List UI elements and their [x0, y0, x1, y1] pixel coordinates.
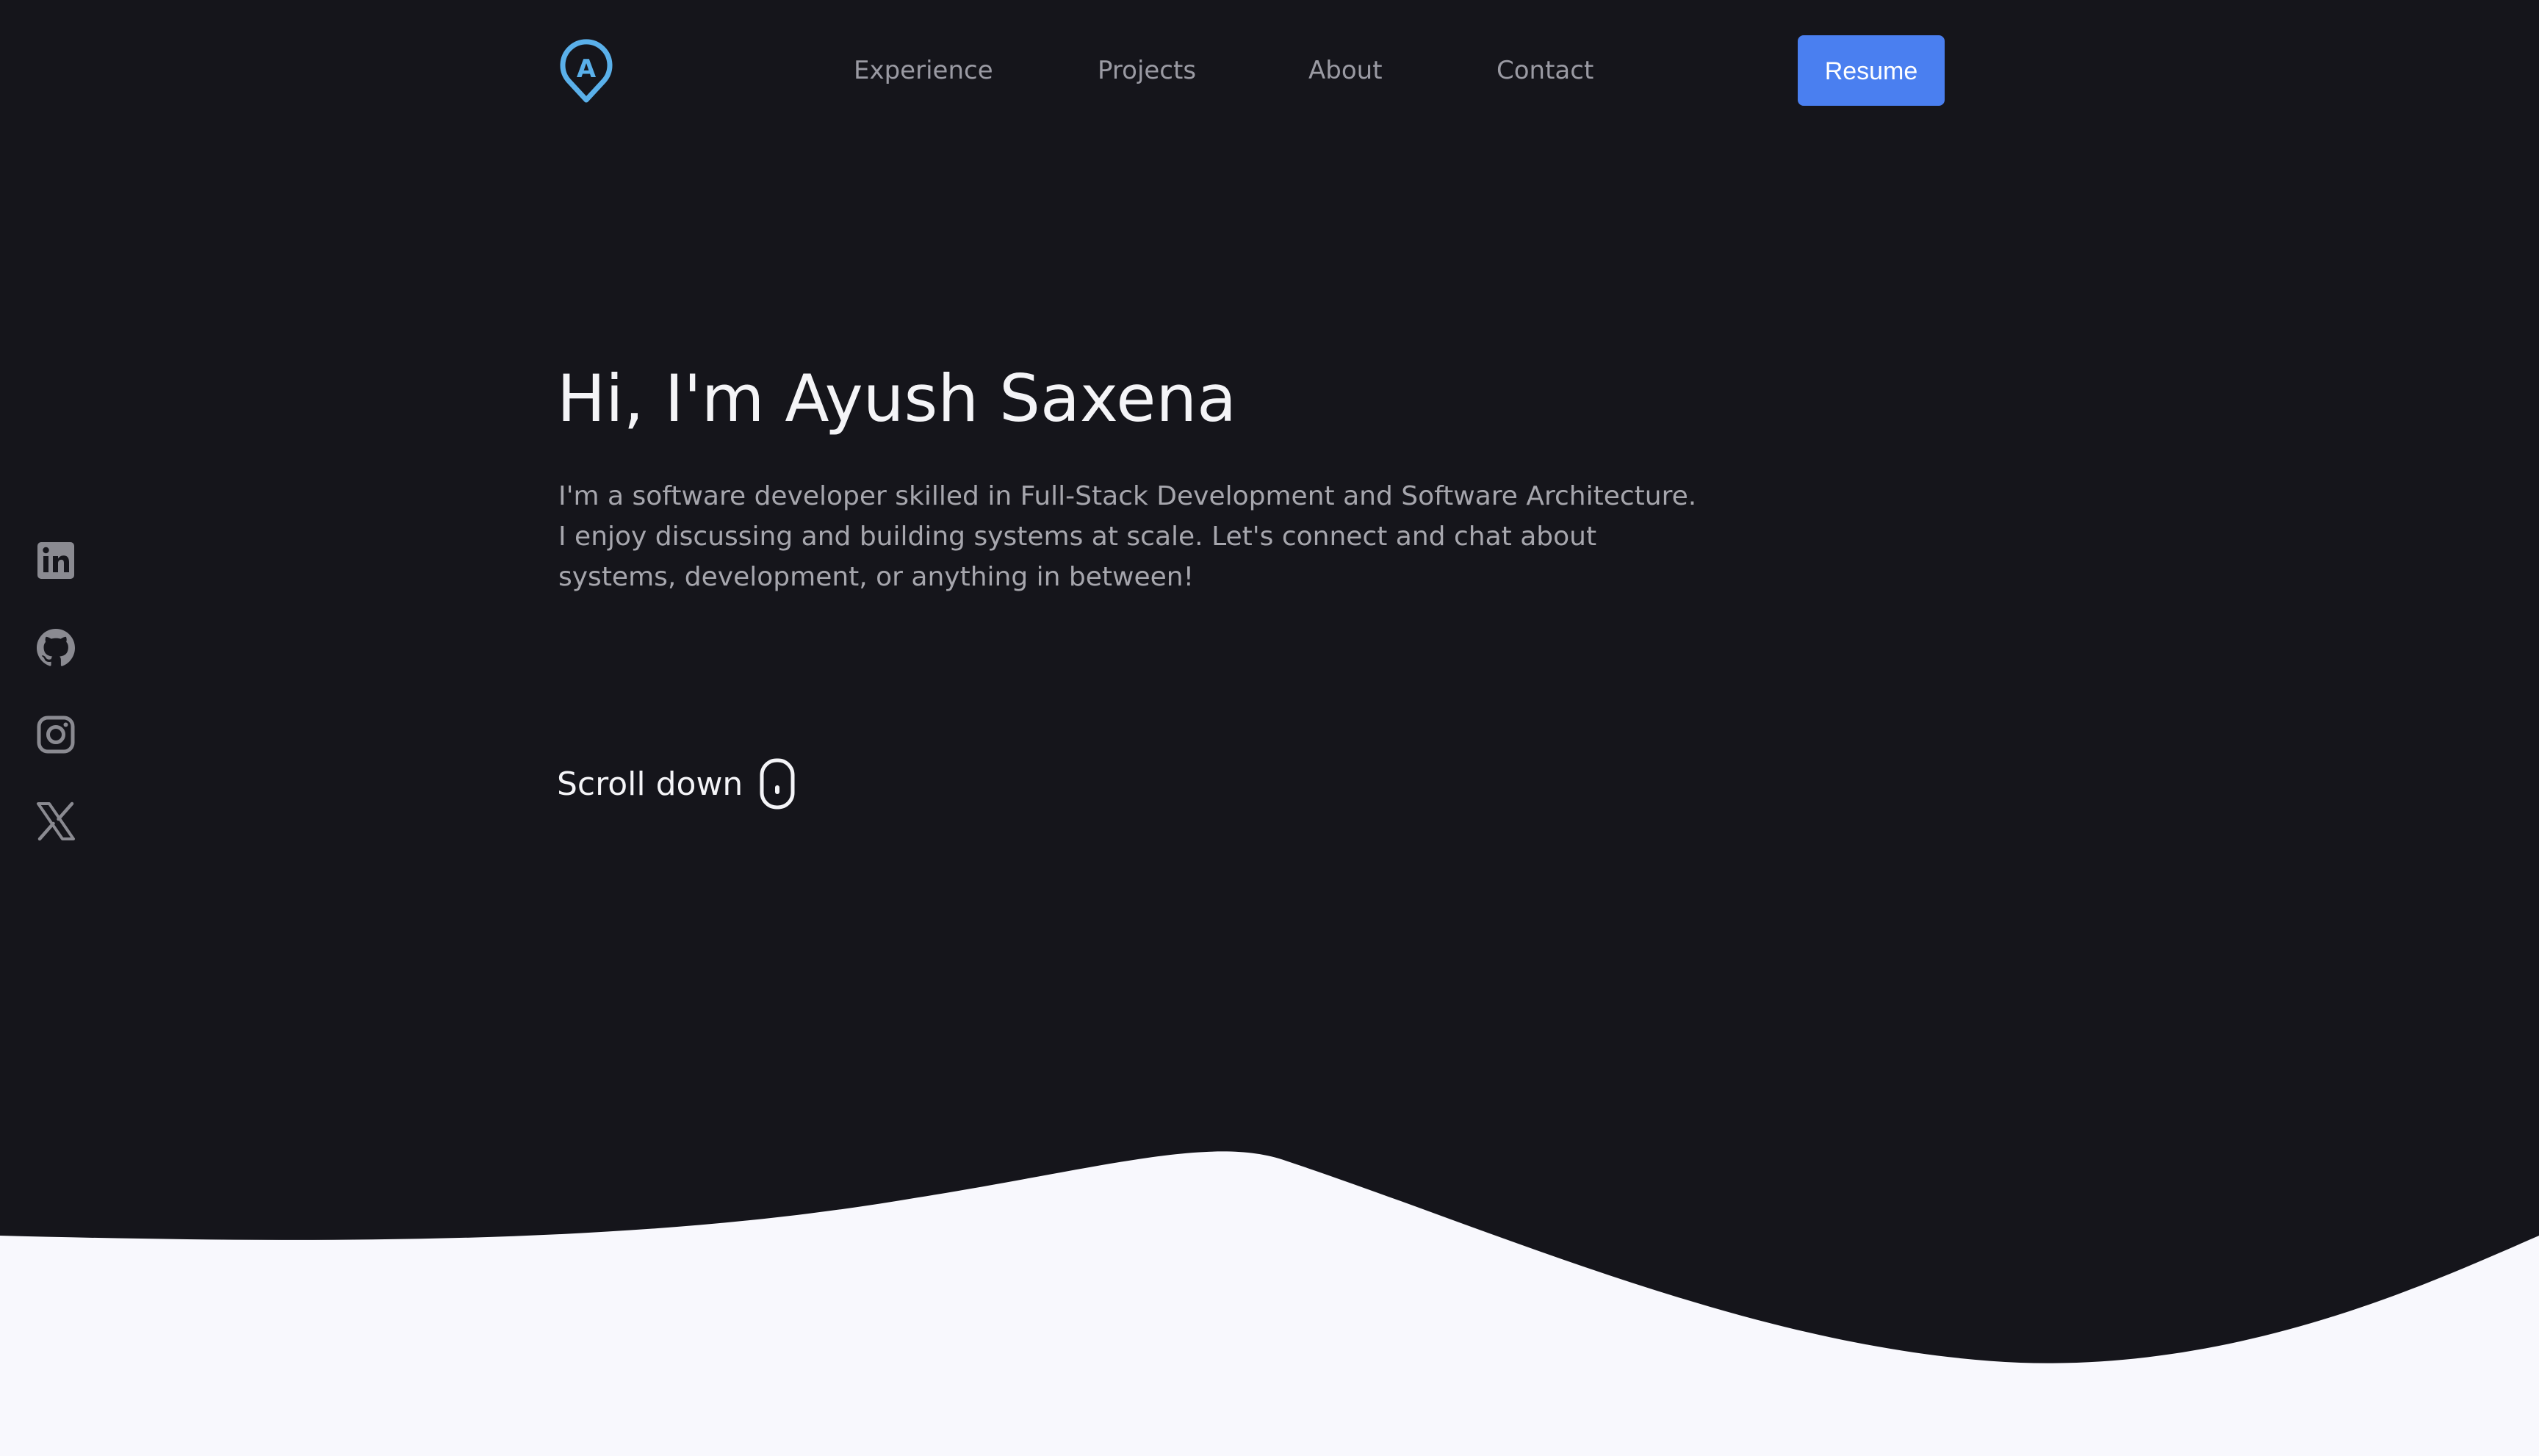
- github-icon[interactable]: [35, 627, 76, 668]
- hero-title: Hi, I'm Ayush Saxena: [557, 361, 1237, 436]
- logo-icon[interactable]: A: [555, 37, 617, 104]
- hero-description: I'm a software developer skilled in Full…: [558, 481, 1697, 592]
- resume-button[interactable]: Resume: [1798, 35, 1945, 106]
- wave-divider: [0, 1151, 2539, 1456]
- linkedin-icon[interactable]: [35, 540, 76, 581]
- scroll-down-label: Scroll down: [557, 765, 743, 803]
- nav-projects[interactable]: Projects: [1098, 53, 1196, 88]
- nav-contact[interactable]: Contact: [1497, 53, 1593, 88]
- page: A Experience Projects About Contact Resu…: [0, 0, 2539, 1456]
- x-icon[interactable]: [35, 801, 76, 842]
- svg-text:A: A: [577, 54, 597, 84]
- mouse-icon: [760, 758, 795, 810]
- scroll-down-link[interactable]: Scroll down: [557, 757, 796, 811]
- site-header: A Experience Projects About Contact Resu…: [0, 0, 2539, 141]
- nav-about[interactable]: About: [1308, 53, 1383, 88]
- instagram-icon[interactable]: [35, 714, 76, 755]
- nav-experience[interactable]: Experience: [854, 53, 993, 88]
